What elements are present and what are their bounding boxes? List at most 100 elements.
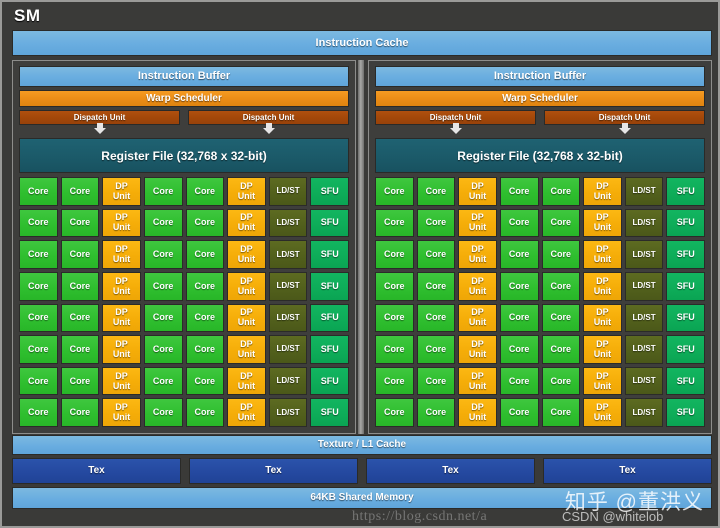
- dp-unit-label-line2: Unit: [113, 413, 131, 422]
- sfu-unit: SFU: [666, 367, 705, 396]
- ldst-unit: LD/ST: [269, 304, 308, 333]
- sfu-unit: SFU: [666, 209, 705, 238]
- ldst-unit: LD/ST: [625, 240, 664, 269]
- dp-unit: DPUnit: [102, 209, 141, 238]
- dp-unit-label-line2: Unit: [594, 413, 612, 422]
- dp-unit-label-line2: Unit: [113, 350, 131, 359]
- core-unit: Core: [61, 240, 100, 269]
- dp-unit: DPUnit: [102, 240, 141, 269]
- ldst-unit: LD/ST: [625, 367, 664, 396]
- dp-unit-label-line1: DP: [240, 372, 253, 381]
- dp-unit-label-line1: DP: [596, 372, 609, 381]
- register-file-1: Register File (32,768 x 32-bit): [375, 138, 705, 173]
- core-unit: Core: [542, 367, 581, 396]
- core-unit: Core: [417, 367, 456, 396]
- core-unit: Core: [417, 177, 456, 206]
- core-unit: Core: [542, 335, 581, 364]
- core-unit: Core: [19, 272, 58, 301]
- core-unit: Core: [375, 335, 414, 364]
- ldst-unit: LD/ST: [269, 240, 308, 269]
- dp-unit-label-line1: DP: [471, 213, 484, 222]
- dp-unit-label-line1: DP: [596, 277, 609, 286]
- dp-unit-label-line1: DP: [115, 277, 128, 286]
- core-unit: Core: [61, 304, 100, 333]
- arrow-cell-0-0: [19, 126, 180, 137]
- arrow-cell-0-1: [188, 126, 349, 137]
- dp-unit-label-line1: DP: [115, 245, 128, 254]
- dp-unit-label-line1: DP: [596, 182, 609, 191]
- core-unit: Core: [144, 367, 183, 396]
- dp-unit-label-line1: DP: [471, 277, 484, 286]
- core-unit: Core: [375, 209, 414, 238]
- core-unit: Core: [19, 367, 58, 396]
- tex-unit-0: Tex: [12, 458, 181, 484]
- dp-unit: DPUnit: [227, 304, 266, 333]
- core-unit: Core: [19, 177, 58, 206]
- core-unit: Core: [19, 240, 58, 269]
- core-unit: Core: [186, 240, 225, 269]
- dp-unit: DPUnit: [227, 335, 266, 364]
- dp-unit-label-line1: DP: [596, 308, 609, 317]
- dp-unit-label-line2: Unit: [469, 382, 487, 391]
- ldst-unit: LD/ST: [625, 304, 664, 333]
- dp-unit: DPUnit: [227, 240, 266, 269]
- dp-unit-label-line2: Unit: [469, 318, 487, 327]
- dp-unit-label-line2: Unit: [113, 382, 131, 391]
- tex-unit-row: TexTexTexTex: [12, 458, 712, 484]
- core-unit: Core: [375, 272, 414, 301]
- sfu-unit: SFU: [310, 367, 349, 396]
- shared-memory-block: 64KB Shared Memory: [12, 487, 712, 509]
- tex-unit-1: Tex: [189, 458, 358, 484]
- dp-unit-label-line2: Unit: [113, 255, 131, 264]
- dp-unit-label-line2: Unit: [238, 413, 256, 422]
- dp-unit-label-line1: DP: [240, 308, 253, 317]
- ldst-unit: LD/ST: [269, 367, 308, 396]
- dp-unit-label-line2: Unit: [594, 223, 612, 232]
- dp-unit: DPUnit: [458, 335, 497, 364]
- core-unit: Core: [500, 398, 539, 427]
- dp-unit-label-line2: Unit: [238, 255, 256, 264]
- register-file-0: Register File (32,768 x 32-bit): [19, 138, 349, 173]
- core-unit: Core: [186, 398, 225, 427]
- dp-unit: DPUnit: [458, 272, 497, 301]
- sfu-unit: SFU: [310, 209, 349, 238]
- core-unit: Core: [500, 240, 539, 269]
- dp-unit: DPUnit: [102, 304, 141, 333]
- core-unit: Core: [500, 367, 539, 396]
- core-unit: Core: [144, 240, 183, 269]
- dp-unit: DPUnit: [583, 398, 622, 427]
- dp-unit-label-line2: Unit: [594, 318, 612, 327]
- core-unit: Core: [500, 304, 539, 333]
- partition-divider: [358, 60, 364, 434]
- sfu-unit: SFU: [310, 240, 349, 269]
- dp-unit-label-line1: DP: [115, 182, 128, 191]
- dp-unit-label-line1: DP: [471, 308, 484, 317]
- core-unit: Core: [61, 398, 100, 427]
- dp-unit: DPUnit: [102, 398, 141, 427]
- ldst-unit: LD/ST: [625, 335, 664, 364]
- execution-unit-grid-1: CoreCoreDPUnitCoreCoreDPUnitLD/STSFUCore…: [375, 177, 705, 427]
- sm-block-diagram: SM Instruction Cache Instruction Buffer …: [0, 0, 720, 528]
- dp-unit: DPUnit: [458, 398, 497, 427]
- core-unit: Core: [61, 177, 100, 206]
- core-unit: Core: [417, 304, 456, 333]
- core-unit: Core: [500, 272, 539, 301]
- dp-unit: DPUnit: [227, 209, 266, 238]
- dispatch-arrow-row-1: [375, 126, 705, 137]
- core-unit: Core: [542, 209, 581, 238]
- tex-unit-3: Tex: [543, 458, 712, 484]
- sfu-unit: SFU: [666, 304, 705, 333]
- processing-block-1: Instruction Buffer Warp Scheduler Dispat…: [368, 60, 712, 434]
- texture-l1-cache-block: Texture / L1 Cache: [12, 435, 712, 455]
- core-unit: Core: [417, 398, 456, 427]
- sfu-unit: SFU: [310, 177, 349, 206]
- dp-unit: DPUnit: [458, 177, 497, 206]
- dp-unit-label-line1: DP: [471, 403, 484, 412]
- dp-unit-label-line1: DP: [240, 340, 253, 349]
- execution-unit-grid-0: CoreCoreDPUnitCoreCoreDPUnitLD/STSFUCore…: [19, 177, 349, 427]
- ldst-unit: LD/ST: [625, 398, 664, 427]
- core-unit: Core: [186, 367, 225, 396]
- dp-unit-label-line1: DP: [596, 245, 609, 254]
- csdn-watermark: CSDN @whitelob: [562, 509, 663, 524]
- dp-unit-label-line2: Unit: [469, 255, 487, 264]
